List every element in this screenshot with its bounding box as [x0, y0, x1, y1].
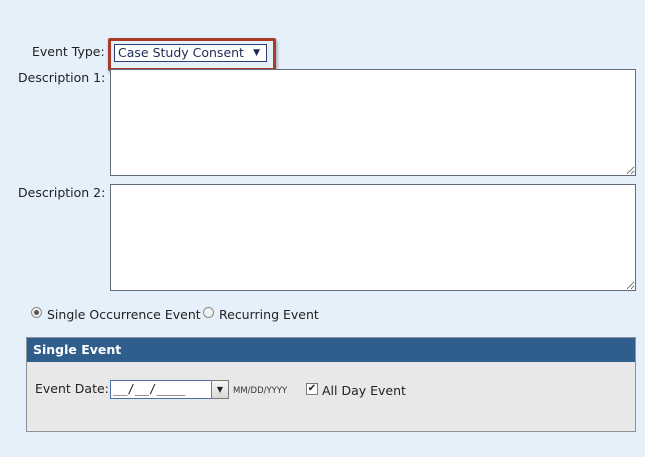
event-type-label: Event Type:	[32, 44, 105, 59]
event-type-highlight: Case Study Consent ▼	[108, 38, 276, 71]
chevron-down-icon: ▼	[253, 48, 260, 58]
single-event-header: Single Event	[27, 338, 635, 362]
date-picker-button[interactable]: ▼	[211, 380, 229, 399]
description-1-label: Description 1:	[18, 70, 106, 85]
description-2-textarea[interactable]	[110, 184, 636, 291]
all-day-label[interactable]: All Day Event	[322, 383, 406, 398]
all-day-checkbox[interactable]: ✔	[306, 383, 318, 395]
event-date-input[interactable]: __/__/____	[110, 380, 212, 399]
single-occurrence-radio[interactable]	[31, 307, 42, 318]
single-occurrence-label[interactable]: Single Occurrence Event	[47, 307, 201, 322]
description-1-textarea[interactable]	[110, 69, 636, 176]
recurring-event-label[interactable]: Recurring Event	[219, 307, 319, 322]
chevron-down-icon: ▼	[216, 385, 224, 394]
recurring-event-radio[interactable]	[203, 307, 214, 318]
event-type-value: Case Study Consent	[118, 45, 244, 60]
date-format-hint: MM/DD/YYYY	[233, 386, 288, 396]
description-2-label: Description 2:	[18, 185, 106, 200]
check-icon: ✔	[307, 383, 317, 394]
event-date-label: Event Date:	[35, 381, 109, 396]
event-type-select[interactable]: Case Study Consent ▼	[114, 44, 267, 62]
